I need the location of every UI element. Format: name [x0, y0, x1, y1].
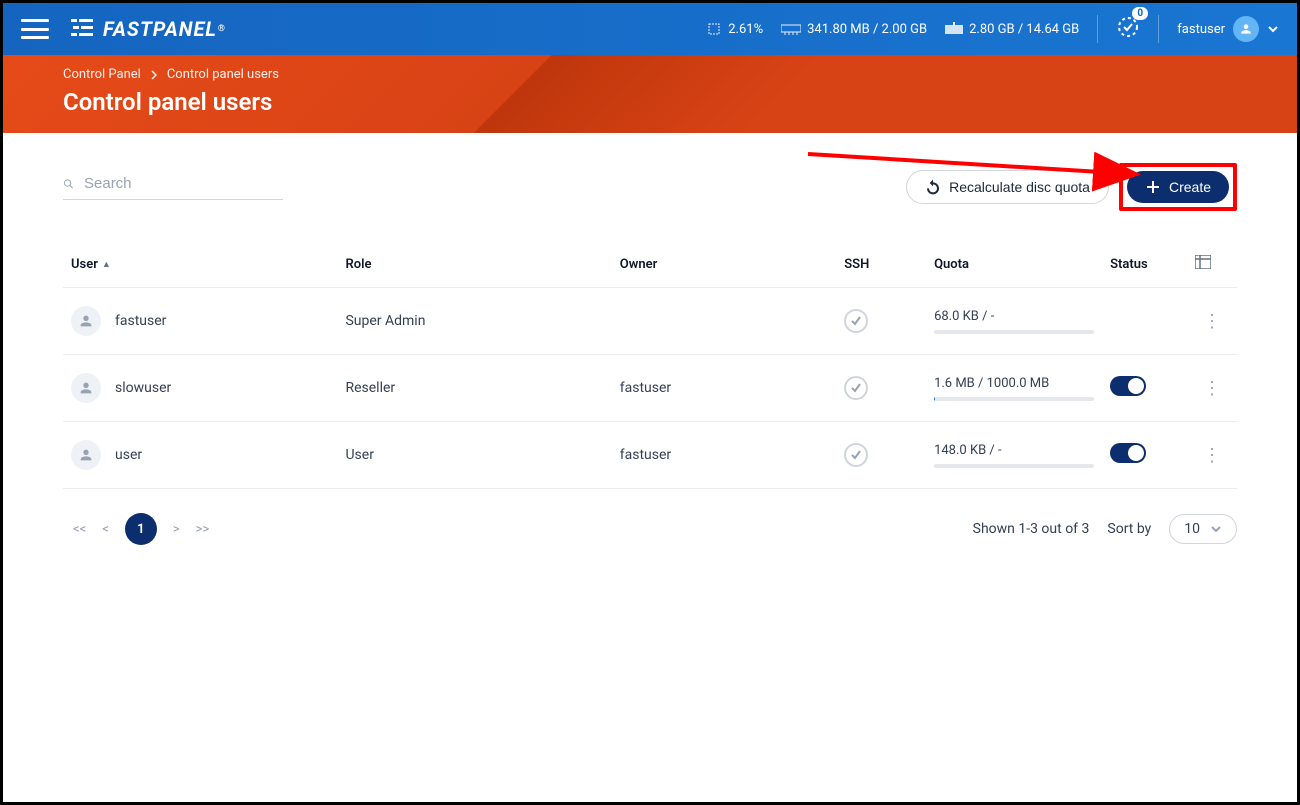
- page-prev[interactable]: <: [102, 522, 109, 537]
- user-avatar-icon: [71, 373, 101, 403]
- disk-stat: 2.80 GB / 14.64 GB: [945, 22, 1079, 37]
- quota-bar: [934, 464, 1094, 468]
- col-owner[interactable]: Owner: [612, 241, 836, 288]
- page-title: Control panel users: [63, 88, 1237, 116]
- row-actions-button[interactable]: ⋮: [1195, 307, 1229, 336]
- ssh-check-icon: [844, 309, 868, 333]
- disk-icon: [945, 22, 963, 36]
- page-next[interactable]: >: [173, 522, 180, 537]
- quota-bar: [934, 330, 1094, 334]
- owner-cell: fastuser: [612, 355, 836, 422]
- search-field[interactable]: [63, 175, 283, 200]
- chevron-right-icon: [151, 70, 157, 80]
- user-name[interactable]: fastuser: [115, 313, 166, 329]
- sort-by-label: Sort by: [1107, 521, 1151, 537]
- owner-cell: [612, 288, 836, 355]
- logo[interactable]: FASTPANEL®: [71, 17, 226, 41]
- pagination: << < 1 > >>: [73, 513, 209, 545]
- logo-text: FASTPANEL: [103, 17, 217, 41]
- recalculate-button[interactable]: Recalculate disc quota: [906, 170, 1109, 204]
- table-row: slowuser Reseller fastuser 1.6 MB / 1000…: [63, 355, 1237, 422]
- ram-value: 341.80 MB / 2.00 GB: [807, 22, 927, 37]
- plus-icon: [1145, 179, 1161, 195]
- breadcrumb-current[interactable]: Control panel users: [167, 67, 279, 82]
- search-icon: [63, 175, 74, 193]
- username-label: fastuser: [1177, 22, 1225, 37]
- user-avatar-icon: [71, 306, 101, 336]
- page-last[interactable]: >>: [196, 522, 210, 537]
- row-actions-button[interactable]: ⋮: [1195, 441, 1229, 470]
- search-input[interactable]: [84, 175, 283, 192]
- role-cell: Super Admin: [337, 288, 611, 355]
- notification-count: 0: [1132, 7, 1148, 20]
- create-button[interactable]: Create: [1127, 171, 1229, 203]
- refresh-icon: [925, 179, 941, 195]
- page-size-value: 10: [1184, 521, 1200, 537]
- quota-text: 1.6 MB / 1000.0 MB: [934, 376, 1094, 391]
- col-ssh[interactable]: SSH: [836, 241, 926, 288]
- ssh-check-icon: [844, 443, 868, 467]
- owner-cell: fastuser: [612, 422, 836, 489]
- ram-stat: 341.80 MB / 2.00 GB: [781, 22, 927, 37]
- chevron-down-icon: [1267, 23, 1279, 35]
- notifications-button[interactable]: 0: [1116, 15, 1140, 43]
- divider: [1097, 15, 1098, 43]
- page-size-select[interactable]: 10: [1169, 514, 1237, 544]
- table-row: user User fastuser 148.0 KB / - ⋮: [63, 422, 1237, 489]
- status-toggle[interactable]: [1110, 376, 1146, 396]
- chevron-down-icon: [1210, 523, 1222, 535]
- annotation-highlight: Create: [1119, 163, 1237, 211]
- quota-text: 148.0 KB / -: [934, 443, 1094, 458]
- col-status[interactable]: Status: [1102, 241, 1187, 288]
- col-quota[interactable]: Quota: [926, 241, 1102, 288]
- col-user[interactable]: User▲: [63, 241, 337, 288]
- logo-mark: ®: [218, 24, 226, 34]
- page-first[interactable]: <<: [73, 522, 86, 537]
- sort-asc-icon: ▲: [102, 259, 111, 270]
- topbar: FASTPANEL® 2.61% 341.80 MB / 2.00 GB 2.8…: [3, 3, 1297, 55]
- status-toggle[interactable]: [1110, 443, 1146, 463]
- col-settings[interactable]: [1187, 241, 1237, 288]
- role-cell: Reseller: [337, 355, 611, 422]
- recalculate-label: Recalculate disc quota: [949, 179, 1090, 195]
- col-role[interactable]: Role: [337, 241, 611, 288]
- quota-text: 68.0 KB / -: [934, 309, 1094, 324]
- page-current[interactable]: 1: [125, 513, 157, 545]
- quota-bar: [934, 397, 1094, 401]
- cpu-value: 2.61%: [728, 22, 763, 37]
- avatar-icon: [1233, 16, 1259, 42]
- users-table: User▲ Role Owner SSH Quota Status fastus…: [63, 241, 1237, 489]
- disk-value: 2.80 GB / 14.64 GB: [969, 22, 1079, 37]
- logo-icon: [71, 19, 97, 39]
- row-actions-button[interactable]: ⋮: [1195, 374, 1229, 403]
- user-avatar-icon: [71, 440, 101, 470]
- page-header: Control Panel Control panel users Contro…: [3, 55, 1297, 133]
- cpu-stat: 2.61%: [706, 21, 763, 37]
- user-name[interactable]: slowuser: [115, 380, 171, 396]
- ssh-check-icon: [844, 376, 868, 400]
- breadcrumb-root[interactable]: Control Panel: [63, 67, 141, 82]
- columns-icon: [1195, 255, 1211, 269]
- ram-icon: [781, 23, 801, 35]
- breadcrumb: Control Panel Control panel users: [63, 67, 1237, 82]
- table-row: fastuser Super Admin 68.0 KB / - ⋮: [63, 288, 1237, 355]
- cpu-icon: [706, 21, 722, 37]
- create-label: Create: [1169, 179, 1211, 195]
- menu-toggle-button[interactable]: [21, 19, 49, 39]
- role-cell: User: [337, 422, 611, 489]
- user-name[interactable]: user: [115, 447, 142, 463]
- user-menu[interactable]: fastuser: [1177, 16, 1279, 42]
- shown-text: Shown 1-3 out of 3: [973, 521, 1090, 537]
- divider: [1158, 15, 1159, 43]
